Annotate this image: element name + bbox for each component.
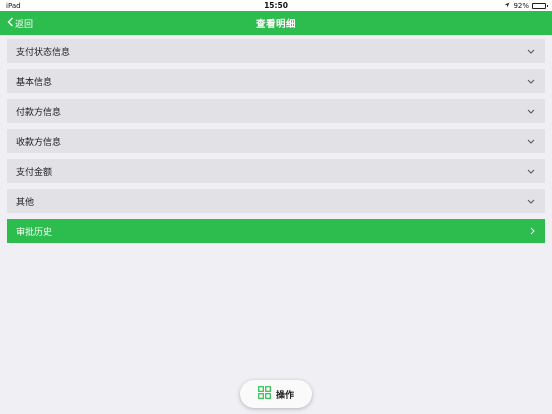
chevron-left-icon — [7, 17, 15, 30]
action-button[interactable]: 操作 — [240, 380, 312, 408]
chevron-down-icon — [527, 109, 535, 114]
battery-icon — [532, 2, 548, 9]
device-name: iPad — [6, 1, 21, 10]
section-label: 其他 — [16, 197, 35, 208]
section-label: 基本信息 — [16, 77, 53, 88]
chevron-down-icon — [527, 139, 535, 144]
action-label: 操作 — [275, 390, 294, 401]
section-payment-amount[interactable]: 支付金额 — [7, 159, 545, 183]
section-label: 支付金额 — [16, 167, 53, 178]
back-button[interactable]: 返回 — [7, 11, 33, 35]
location-icon — [504, 2, 510, 10]
section-label: 收款方信息 — [16, 137, 62, 148]
status-bar: iPad 15:50 92% — [0, 0, 552, 11]
section-payee-info[interactable]: 收款方信息 — [7, 129, 545, 153]
section-approval-history[interactable]: 审批历史 — [7, 219, 545, 243]
detail-sections: 支付状态信息 基本信息 付款方信息 收款方信息 支付金额 其他 审批历史 — [7, 39, 545, 249]
section-payment-status[interactable]: 支付状态信息 — [7, 39, 545, 63]
section-payer-info[interactable]: 付款方信息 — [7, 99, 545, 123]
status-right: 92% — [486, 1, 548, 10]
chevron-right-icon — [530, 227, 535, 235]
back-label: 返回 — [15, 19, 34, 30]
section-label: 审批历史 — [16, 227, 53, 238]
section-label: 付款方信息 — [16, 107, 62, 118]
section-other[interactable]: 其他 — [7, 189, 545, 213]
chevron-down-icon — [527, 49, 535, 54]
page-title: 查看明细 — [255, 19, 296, 30]
status-time: 15:50 — [264, 1, 288, 10]
battery-percent: 92% — [513, 1, 529, 10]
chevron-down-icon — [527, 199, 535, 204]
grid-icon — [258, 386, 271, 402]
section-basic-info[interactable]: 基本信息 — [7, 69, 545, 93]
section-label: 支付状态信息 — [16, 47, 71, 58]
chevron-down-icon — [527, 79, 535, 84]
navigation-bar: 返回 查看明细 — [0, 11, 552, 35]
chevron-down-icon — [527, 169, 535, 174]
